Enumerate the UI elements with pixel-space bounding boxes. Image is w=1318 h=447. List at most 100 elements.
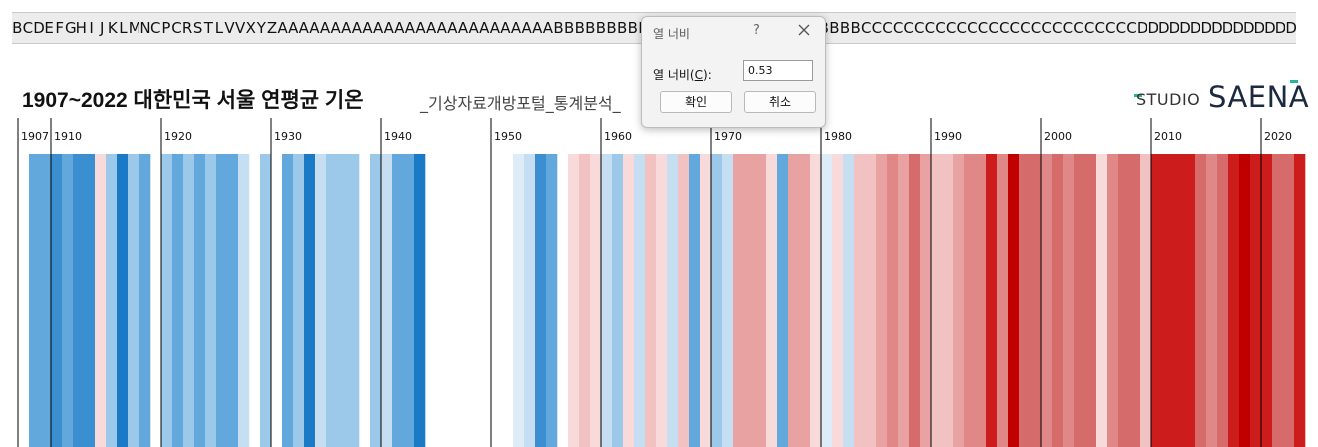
column-header-cell[interactable]: I xyxy=(86,13,97,43)
column-header-cell[interactable]: C xyxy=(967,13,978,43)
column-header-cell[interactable]: C xyxy=(925,13,936,43)
column-header-cell[interactable]: D xyxy=(1158,13,1169,43)
column-header-cell[interactable]: A xyxy=(352,13,363,43)
column-header-cell[interactable]: A xyxy=(362,13,373,43)
column-header-cell[interactable]: C xyxy=(1052,13,1063,43)
column-header-cell[interactable]: K xyxy=(108,13,119,43)
help-button[interactable]: ? xyxy=(753,23,760,38)
column-header-cell[interactable]: A xyxy=(511,13,522,43)
column-header-cell[interactable]: A xyxy=(521,13,532,43)
column-header-cell[interactable]: C xyxy=(935,13,946,43)
column-header-cell[interactable]: A xyxy=(277,13,288,43)
column-header-cell[interactable]: A xyxy=(309,13,320,43)
column-header-cell[interactable]: A xyxy=(500,13,511,43)
column-header-cell[interactable]: C xyxy=(150,13,161,43)
column-header-cell[interactable]: A xyxy=(532,13,543,43)
column-header-cell[interactable]: C xyxy=(882,13,893,43)
cancel-button[interactable]: 취소 xyxy=(744,91,816,113)
column-header-cell[interactable]: B xyxy=(829,13,840,43)
column-header-cell[interactable]: S xyxy=(192,13,203,43)
column-header-cell[interactable]: C xyxy=(1063,13,1074,43)
column-header-cell[interactable]: B xyxy=(627,13,638,43)
column-header-cell[interactable]: A xyxy=(479,13,490,43)
column-header-cell[interactable]: C xyxy=(988,13,999,43)
column-header-cell[interactable]: B xyxy=(840,13,851,43)
column-header-cell[interactable]: B xyxy=(553,13,564,43)
column-header-cell[interactable]: J xyxy=(97,13,108,43)
column-header-cell[interactable]: L xyxy=(118,13,129,43)
ok-button[interactable]: 확인 xyxy=(660,91,732,113)
column-header-cell[interactable]: C xyxy=(1031,13,1042,43)
column-header-cell[interactable]: T xyxy=(203,13,214,43)
column-width-dialog[interactable]: 열 너비 ? 열 너비(C): 확인 취소 xyxy=(641,16,826,128)
column-header-cell[interactable]: D xyxy=(1222,13,1233,43)
column-header-cell[interactable]: C xyxy=(1116,13,1127,43)
column-header-cell[interactable]: D xyxy=(1275,13,1286,43)
column-header-cell[interactable]: R xyxy=(182,13,193,43)
column-header-cell[interactable]: B xyxy=(617,13,628,43)
column-header-cell[interactable]: A xyxy=(299,13,310,43)
column-header-cell[interactable]: C xyxy=(171,13,182,43)
column-header-cell[interactable]: E xyxy=(44,13,55,43)
column-header-cell[interactable]: V xyxy=(235,13,246,43)
column-header-cell[interactable]: D xyxy=(1190,13,1201,43)
column-header-cell[interactable]: A xyxy=(543,13,554,43)
column-header-cell[interactable]: D xyxy=(1147,13,1158,43)
column-header-cell[interactable]: C xyxy=(893,13,904,43)
column-header-cell[interactable]: C xyxy=(978,13,989,43)
column-header-cell[interactable]: F xyxy=(54,13,65,43)
column-header-cell[interactable]: M xyxy=(129,13,140,43)
column-header-cell[interactable]: B xyxy=(564,13,575,43)
column-header-cell[interactable]: A xyxy=(383,13,394,43)
column-header-cell[interactable]: A xyxy=(490,13,501,43)
column-header-cell[interactable]: D xyxy=(1179,13,1190,43)
column-width-input[interactable] xyxy=(743,60,813,81)
column-header-cell[interactable]: Y xyxy=(256,13,267,43)
column-header-cell[interactable]: D xyxy=(1137,13,1148,43)
column-header-cell[interactable]: C xyxy=(956,13,967,43)
close-icon[interactable] xyxy=(796,22,812,38)
column-header-cell[interactable]: C xyxy=(861,13,872,43)
column-header-cell[interactable]: A xyxy=(405,13,416,43)
column-header-cell[interactable]: C xyxy=(1126,13,1137,43)
column-header-cell[interactable]: B xyxy=(606,13,617,43)
column-header-cell[interactable]: C xyxy=(1041,13,1052,43)
column-header-cell[interactable]: B xyxy=(574,13,585,43)
column-header-cell[interactable]: A xyxy=(288,13,299,43)
column-header-cell[interactable]: H xyxy=(76,13,87,43)
column-header-cell[interactable]: D xyxy=(1169,13,1180,43)
column-header-cell[interactable]: B xyxy=(585,13,596,43)
column-header-cell[interactable]: B xyxy=(850,13,861,43)
column-header-cell[interactable]: C xyxy=(914,13,925,43)
column-header-cell[interactable]: A xyxy=(394,13,405,43)
column-header-cell[interactable]: C xyxy=(872,13,883,43)
column-header-cell[interactable]: A xyxy=(436,13,447,43)
column-header-cell[interactable]: C xyxy=(1073,13,1084,43)
column-header-cell[interactable]: D xyxy=(1243,13,1254,43)
column-header-cell[interactable]: Z xyxy=(267,13,278,43)
column-header-cell[interactable]: D xyxy=(33,13,44,43)
column-header-cell[interactable]: D xyxy=(1200,13,1211,43)
column-header-cell[interactable]: G xyxy=(65,13,76,43)
column-header-cell[interactable]: A xyxy=(341,13,352,43)
column-header-cell[interactable]: C xyxy=(1020,13,1031,43)
column-header-cell[interactable]: D xyxy=(1232,13,1243,43)
column-header-cell[interactable]: X xyxy=(245,13,256,43)
column-header-cell[interactable]: L xyxy=(214,13,225,43)
column-header-cell[interactable]: C xyxy=(1009,13,1020,43)
column-header-cell[interactable]: A xyxy=(447,13,458,43)
column-header-cell[interactable]: B xyxy=(12,13,23,43)
column-header-cell[interactable]: A xyxy=(426,13,437,43)
column-header-cell[interactable]: A xyxy=(468,13,479,43)
column-header-cell[interactable]: D xyxy=(1285,13,1296,43)
column-header-cell[interactable]: D xyxy=(1264,13,1275,43)
column-header-cell[interactable]: A xyxy=(415,13,426,43)
column-header-cell[interactable]: D xyxy=(1254,13,1265,43)
column-header-cell[interactable]: C xyxy=(1094,13,1105,43)
column-header-cell[interactable]: C xyxy=(1105,13,1116,43)
column-header-cell[interactable]: V xyxy=(224,13,235,43)
column-header-cell[interactable]: P xyxy=(161,13,172,43)
column-header-cell[interactable]: C xyxy=(946,13,957,43)
column-header-cell[interactable]: C xyxy=(999,13,1010,43)
column-header-cell[interactable]: A xyxy=(458,13,469,43)
